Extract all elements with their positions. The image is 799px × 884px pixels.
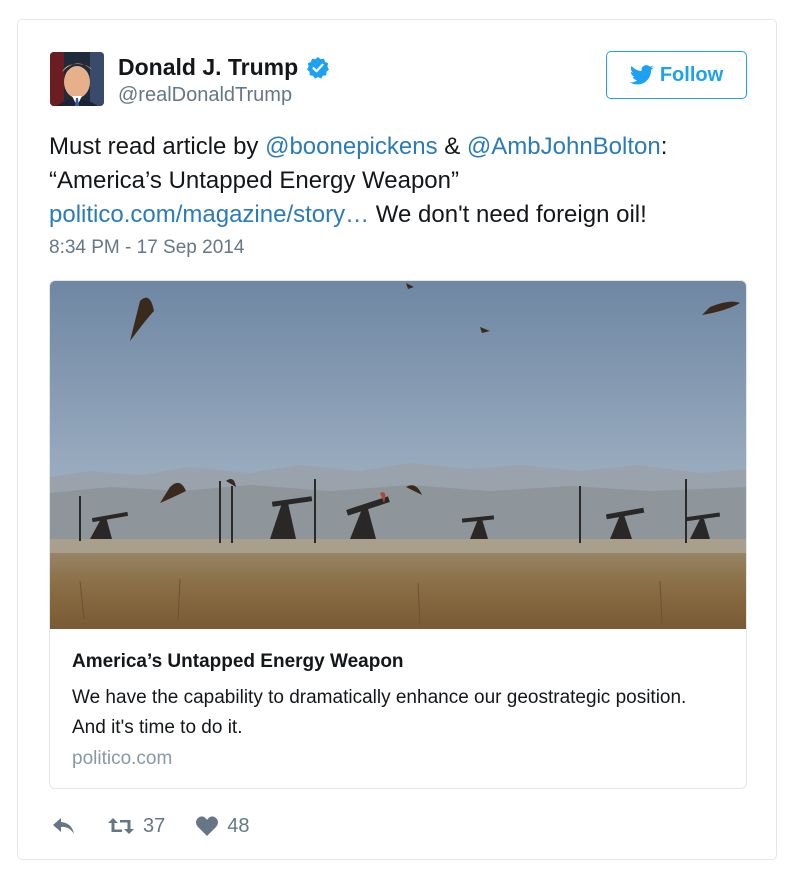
card-description: We have the capability to dramatically e…	[72, 687, 687, 738]
like-button[interactable]: 48	[195, 814, 250, 838]
retweet-count: 37	[143, 814, 166, 837]
reply-button[interactable]	[51, 815, 77, 837]
author-name[interactable]: Donald J. Trump	[118, 54, 330, 81]
author-name-text[interactable]: Donald J. Trump	[118, 54, 298, 81]
link-card[interactable]: America’s Untapped Energy Weapon We have…	[49, 280, 747, 789]
avatar[interactable]	[50, 52, 104, 106]
twitter-bird-icon	[629, 65, 654, 85]
card-title[interactable]: America’s Untapped Energy Weapon	[72, 651, 404, 673]
card-domain: politico.com	[72, 748, 173, 769]
retweet-button[interactable]: 37	[107, 815, 165, 838]
follow-button[interactable]: Follow	[606, 51, 747, 99]
reply-icon	[53, 818, 74, 834]
tweet-text: Must read article by @boonepickens & @Am…	[49, 130, 749, 232]
retweet-icon	[108, 818, 134, 834]
heart-icon	[196, 816, 219, 836]
card-image[interactable]	[50, 281, 746, 629]
mention-boonepickens[interactable]: @boonepickens	[265, 133, 437, 160]
embedded-tweet: Donald J. Trump @realDonaldTrump Follow …	[17, 19, 777, 860]
tweet-actions: 37 48	[51, 813, 250, 839]
tweet-quote: “America’s Untapped Energy Weapon”	[49, 167, 459, 194]
tweet-timestamp[interactable]: 8:34 PM - 17 Sep 2014	[49, 237, 244, 259]
article-link[interactable]: politico.com/magazine/story…	[49, 201, 369, 228]
tweet-text-part2: &	[437, 133, 467, 160]
follow-button-label: Follow	[659, 63, 724, 86]
mention-ambjohnbolton[interactable]: @AmbJohnBolton	[467, 133, 661, 160]
like-count: 48	[227, 814, 250, 837]
tweet-text-part4: We don't need foreign oil!	[369, 201, 647, 228]
tweet-text-part1: Must read article by	[49, 133, 266, 160]
author-handle[interactable]: @realDonaldTrump	[118, 84, 292, 107]
verified-badge-icon	[306, 56, 330, 80]
tweet-text-part3: :	[660, 133, 668, 160]
